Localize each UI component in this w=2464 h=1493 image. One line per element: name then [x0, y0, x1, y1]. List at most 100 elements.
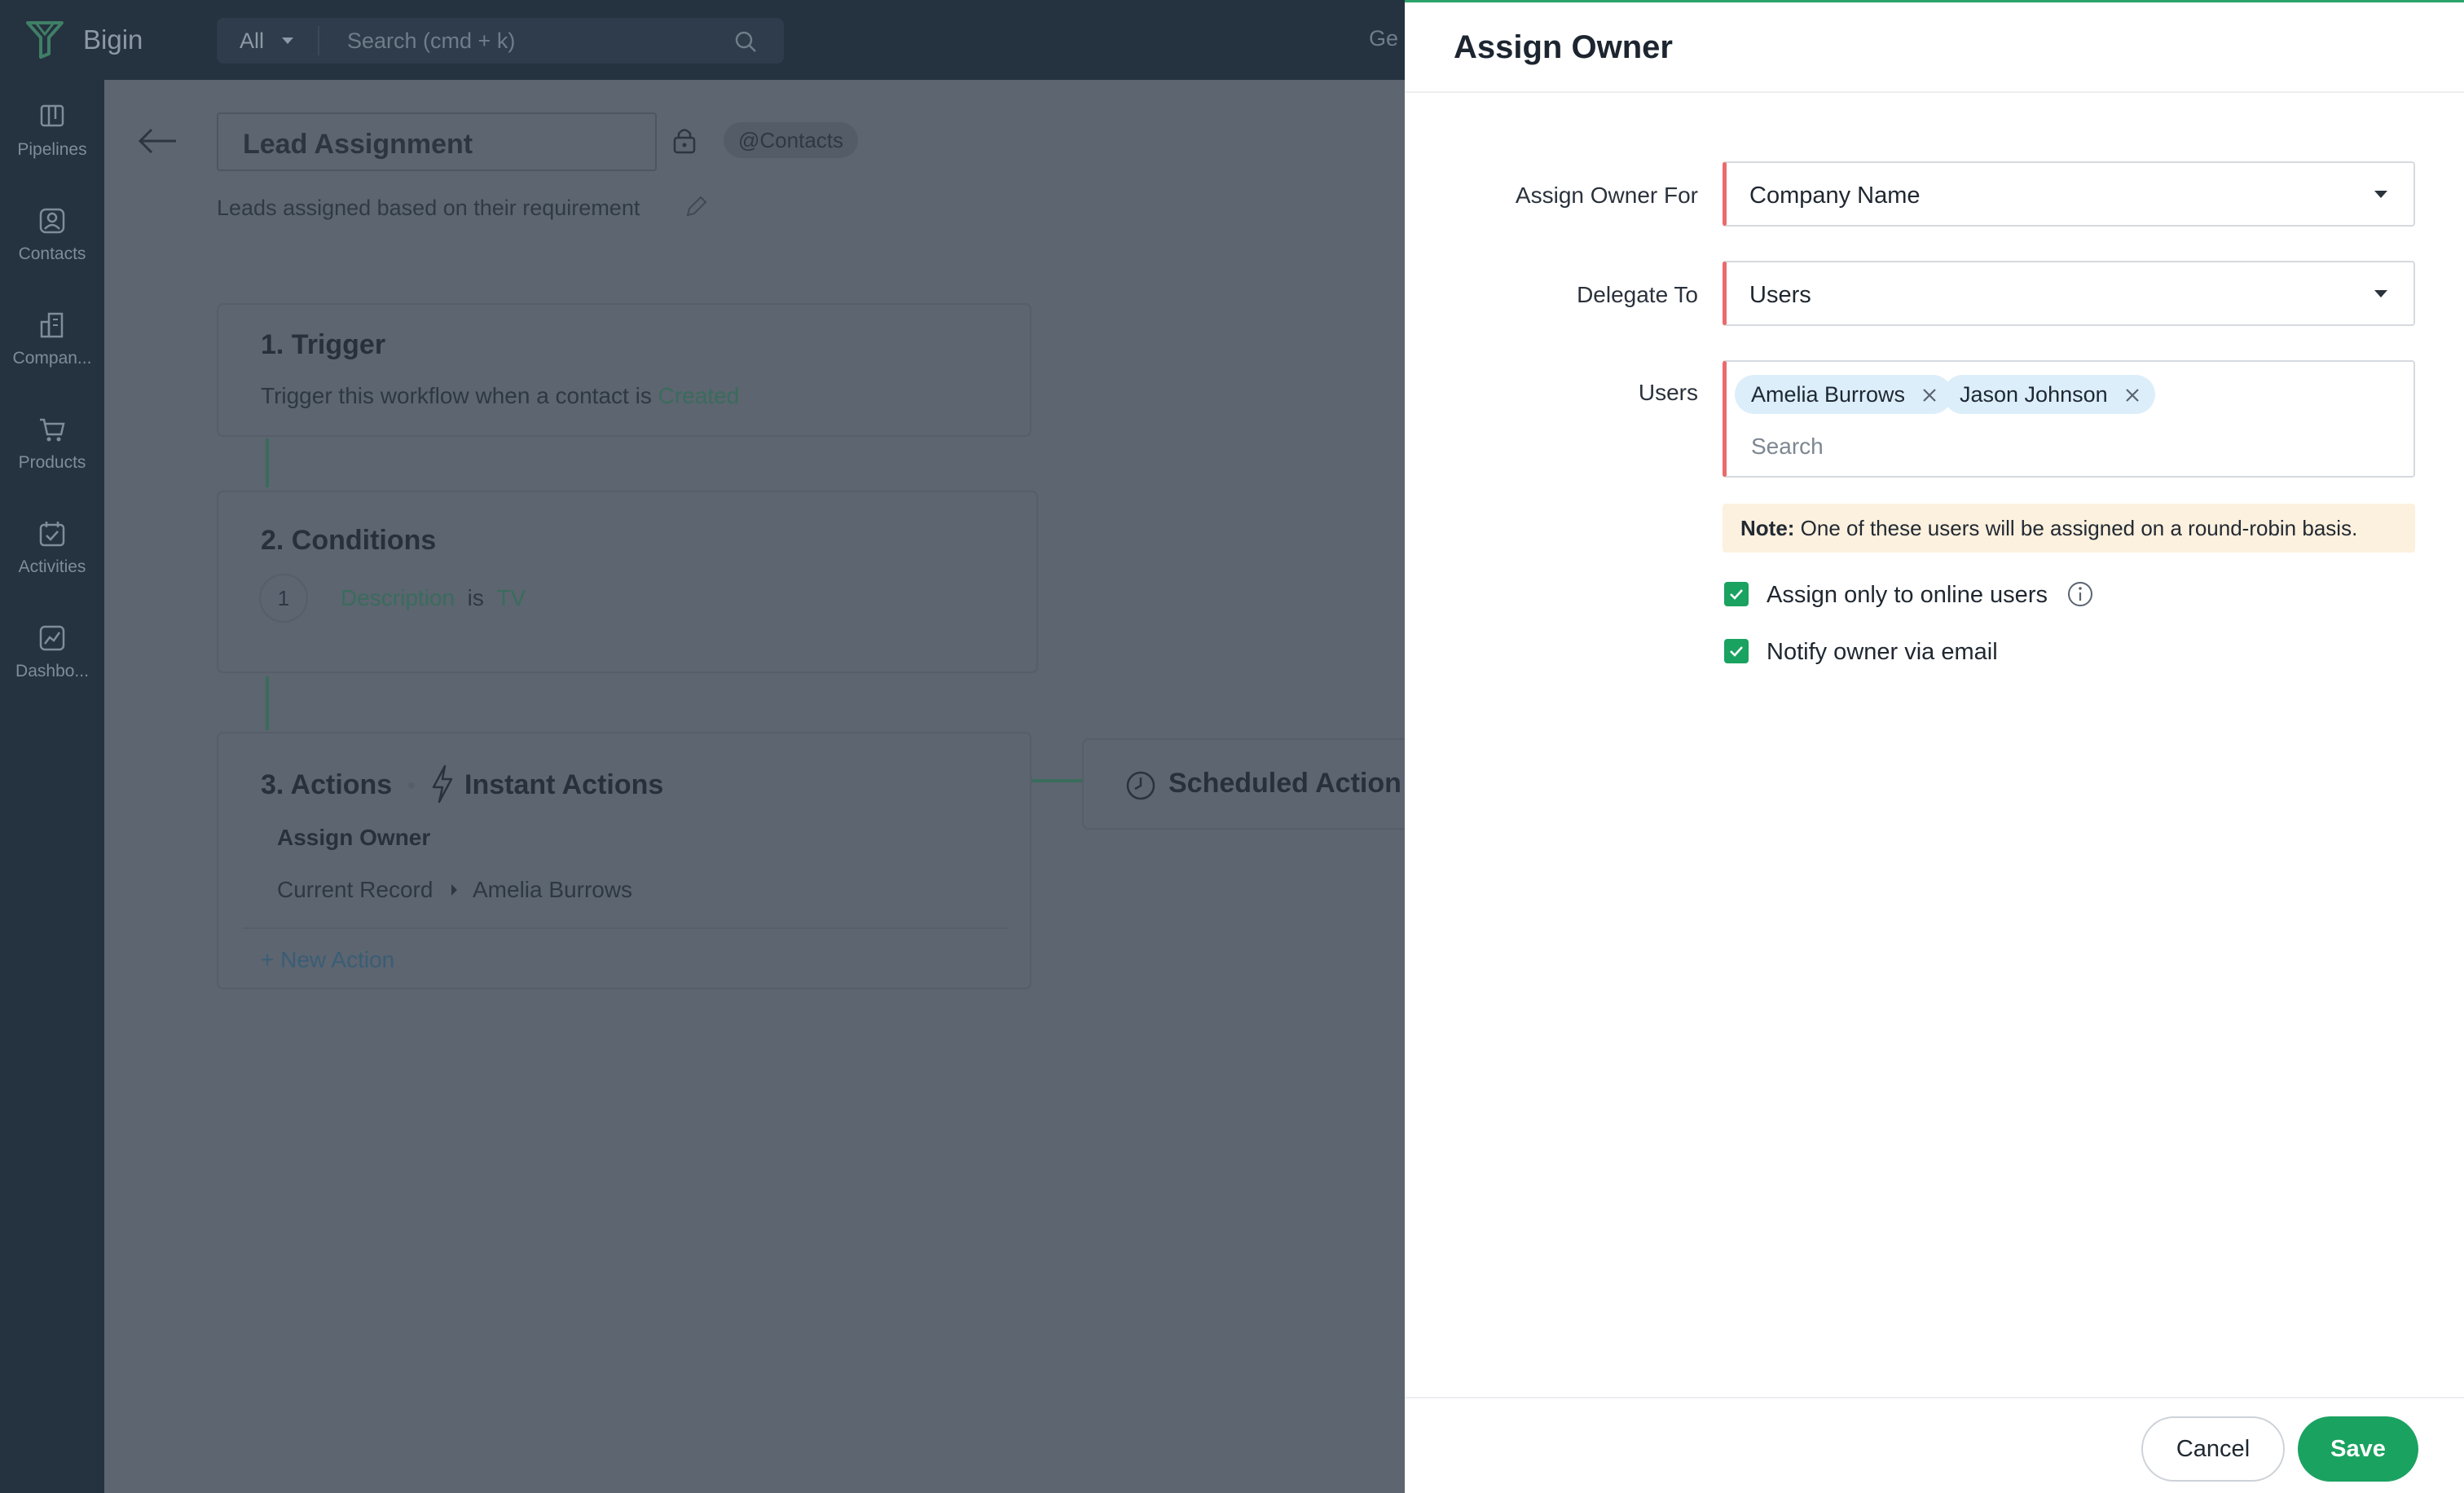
- sidebar: Pipelines Contacts Compan... Products Ac…: [0, 80, 104, 1493]
- separator-dot: •: [407, 773, 416, 798]
- truncated-header-text: Ge: [1369, 26, 1399, 51]
- sidebar-item-label: Activities: [18, 557, 86, 576]
- assign-owner-for-value: Company Name: [1749, 183, 1921, 209]
- assign-owner-panel: Assign Owner Assign Owner For Company Na…: [1405, 0, 2464, 1493]
- products-icon: [40, 418, 65, 442]
- bigin-logo[interactable]: [24, 18, 65, 60]
- condition-operator: is: [467, 585, 484, 610]
- activities-icon: [39, 522, 65, 547]
- connector-line: [1032, 779, 1084, 782]
- assign-owner-for-label: Assign Owner For: [1515, 183, 1698, 208]
- checkmark-icon: [1730, 646, 1743, 657]
- trigger-text: Trigger this workflow when a contact is …: [261, 383, 739, 409]
- chevron-down-icon: [2374, 191, 2387, 198]
- chevron-down-icon: [2374, 290, 2387, 297]
- panel-header: Assign Owner: [1405, 0, 2464, 93]
- notify-owner-checkbox[interactable]: [1724, 639, 1749, 663]
- search-icon[interactable]: [733, 29, 758, 54]
- close-icon[interactable]: [2124, 387, 2141, 403]
- assign-online-users-checkbox[interactable]: [1724, 582, 1749, 606]
- caret-right-icon: [451, 884, 457, 896]
- sidebar-item-label: Pipelines: [17, 140, 87, 159]
- companies-icon: [40, 312, 64, 338]
- new-action-label: New Action: [280, 947, 395, 972]
- user-chip-label: Amelia Burrows: [1751, 382, 1906, 407]
- search-scope-dropdown[interactable]: All: [240, 29, 264, 54]
- action-name[interactable]: Assign Owner: [277, 825, 430, 851]
- user-chip-label: Jason Johnson: [1960, 382, 2108, 407]
- conditions-card[interactable]: 2. Conditions 1 Description is TV: [217, 491, 1038, 673]
- save-button[interactable]: Save: [2298, 1416, 2418, 1482]
- plus-icon: +: [261, 947, 275, 972]
- scheduled-action-card[interactable]: Scheduled Action: [1082, 738, 1424, 830]
- global-search[interactable]: All Search (cmd + k): [217, 18, 784, 64]
- trigger-description: Trigger this workflow when a contact is: [261, 383, 652, 408]
- clock-icon: [1126, 771, 1155, 800]
- action-record-label: Current Record: [277, 877, 433, 902]
- assign-owner-for-select[interactable]: Company Name: [1723, 161, 2415, 227]
- sidebar-item-companies[interactable]: Compan...: [0, 310, 104, 399]
- sidebar-item-label: Compan...: [12, 349, 92, 368]
- delegate-to-select[interactable]: Users: [1723, 261, 2415, 326]
- search-input[interactable]: Search (cmd + k): [347, 29, 515, 54]
- condition-value: TV: [496, 585, 526, 610]
- workflow-name: Lead Assignment: [243, 129, 473, 160]
- info-icon[interactable]: [2066, 580, 2094, 608]
- trigger-event: Created: [658, 383, 740, 408]
- chevron-down-icon: [282, 37, 293, 44]
- sidebar-item-contacts[interactable]: Contacts: [0, 205, 104, 295]
- panel-title: Assign Owner: [1454, 29, 1673, 65]
- module-tag: @Contacts: [724, 122, 858, 158]
- notify-owner-label: Notify owner via email: [1767, 639, 1998, 665]
- assign-online-users-label: Assign only to online users: [1767, 582, 2048, 608]
- notify-owner-option[interactable]: Notify owner via email: [1724, 636, 2050, 668]
- sidebar-item-products[interactable]: Products: [0, 414, 104, 504]
- checkmark-icon: [1730, 589, 1743, 600]
- pencil-icon[interactable]: [683, 194, 709, 220]
- condition-text: Description is TV: [341, 585, 526, 611]
- conditions-title: 2. Conditions: [261, 525, 437, 556]
- divider: [318, 26, 319, 55]
- actions-title: 3. Actions: [261, 769, 393, 800]
- actions-card[interactable]: 3. Actions • Instant Actions Assign Owne…: [217, 732, 1032, 989]
- connector-line: [266, 438, 269, 487]
- condition-field: Description: [341, 585, 455, 610]
- sidebar-item-label: Dashbo...: [15, 662, 89, 680]
- cancel-button[interactable]: Cancel: [2141, 1416, 2285, 1482]
- sidebar-item-pipelines[interactable]: Pipelines: [0, 101, 104, 191]
- lightning-icon: [432, 764, 453, 804]
- panel-accent-line: [1405, 0, 2464, 2]
- close-icon[interactable]: [1921, 387, 1938, 403]
- note-prefix: Note:: [1740, 516, 1795, 540]
- brand-name: Bigin: [83, 24, 143, 55]
- user-chip-jason-johnson: Jason Johnson: [1943, 375, 2155, 414]
- trigger-card[interactable]: 1. Trigger Trigger this workflow when a …: [217, 303, 1032, 437]
- pipelines-icon: [40, 104, 64, 127]
- panel-footer: Cancel Save: [1405, 1397, 2464, 1493]
- lock-icon[interactable]: [671, 126, 697, 155]
- assign-online-users-option[interactable]: Assign only to online users: [1724, 579, 2132, 611]
- users-search-input[interactable]: [1751, 430, 2387, 463]
- connector-line: [266, 676, 269, 730]
- delegate-to-value: Users: [1749, 282, 1811, 308]
- note-text: One of these users will be assigned on a…: [1800, 516, 2358, 540]
- sidebar-item-label: Products: [18, 453, 86, 472]
- workflow-name-field[interactable]: Lead Assignment: [217, 112, 657, 171]
- users-label: Users: [1638, 380, 1698, 405]
- contacts-icon: [39, 208, 65, 234]
- condition-number: 1: [259, 574, 308, 623]
- back-arrow-icon[interactable]: [137, 126, 178, 156]
- delegate-to-label: Delegate To: [1577, 282, 1698, 307]
- users-multiselect[interactable]: Amelia Burrows Jason Johnson: [1723, 360, 2415, 478]
- round-robin-note: Note: One of these users will be assigne…: [1723, 504, 2415, 553]
- sidebar-item-label: Contacts: [18, 244, 86, 263]
- action-record-owner: Amelia Burrows: [473, 877, 633, 902]
- new-action-button[interactable]: + New Action: [261, 947, 394, 973]
- sidebar-item-dashboard[interactable]: Dashbo...: [0, 623, 104, 712]
- workflow-description: Leads assigned based on their requiremen…: [217, 196, 640, 220]
- divider: [243, 927, 1007, 929]
- scheduled-action-label: Scheduled Action: [1168, 768, 1401, 799]
- sidebar-item-activities[interactable]: Activities: [0, 518, 104, 608]
- user-chip-amelia-burrows: Amelia Burrows: [1735, 375, 1953, 414]
- dashboard-icon: [39, 625, 65, 651]
